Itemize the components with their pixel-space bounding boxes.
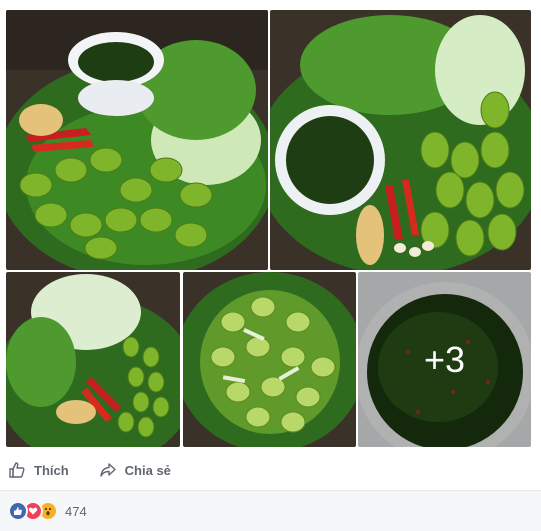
photo-4[interactable] <box>183 272 356 447</box>
photo-3-image <box>6 272 180 447</box>
thumbs-up-icon <box>9 462 25 478</box>
share-button[interactable]: Chia sẻ <box>99 461 171 479</box>
like-reaction-icon <box>8 501 28 521</box>
share-arrow-icon <box>99 463 116 477</box>
like-label: Thích <box>34 462 69 478</box>
photo-5[interactable]: +3 <box>358 272 531 447</box>
photo-1[interactable] <box>6 10 268 270</box>
photo-grid: +3 <box>0 0 541 452</box>
photo-2-image <box>270 10 531 270</box>
photo-1-image <box>6 10 268 270</box>
share-label: Chia sẻ <box>124 462 171 478</box>
more-photos-overlay[interactable]: +3 <box>358 272 531 447</box>
reaction-count[interactable]: 474 <box>65 504 87 519</box>
photo-3[interactable] <box>6 272 180 447</box>
more-photos-count: +3 <box>423 338 466 380</box>
photo-4-image <box>183 272 356 447</box>
photo-2[interactable] <box>270 10 531 270</box>
like-button[interactable]: Thích <box>8 461 69 479</box>
action-bar: Thích Chia sẻ <box>0 452 541 488</box>
reactions-summary[interactable]: 474 <box>0 491 541 531</box>
reaction-icons <box>8 501 58 521</box>
